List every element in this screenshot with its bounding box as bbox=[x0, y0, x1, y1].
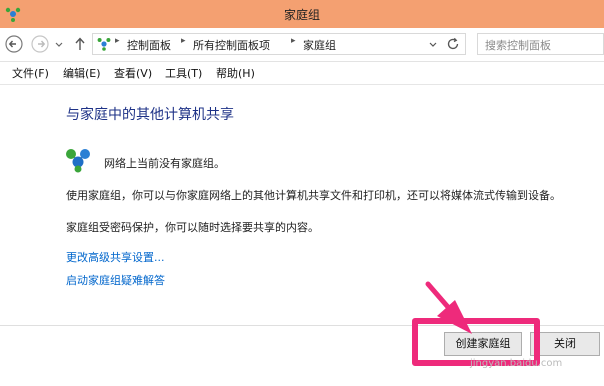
watermark-text: jingyan.baidu.com bbox=[470, 358, 563, 369]
annotation-arrow-icon bbox=[425, 281, 472, 334]
